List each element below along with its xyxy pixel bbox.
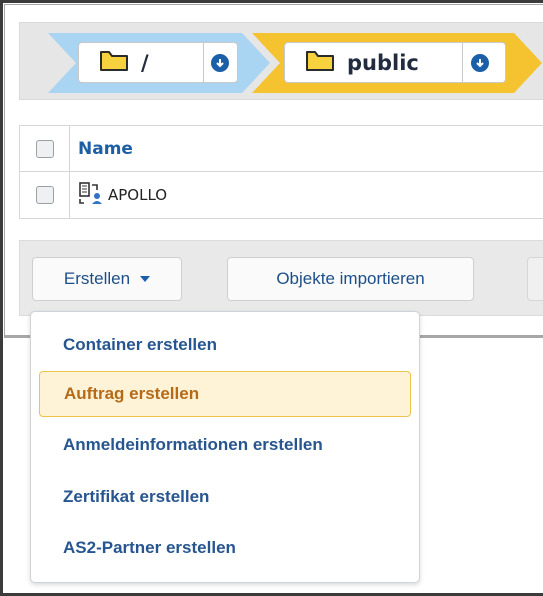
table-header-row: Name xyxy=(20,126,543,172)
row-check-cell xyxy=(20,172,70,218)
caret-down-icon xyxy=(140,276,151,282)
breadcrumb: / public xyxy=(19,22,543,100)
menu-item-label: Anmeldeinformationen erstellen xyxy=(63,435,323,454)
name-column-header[interactable]: Name xyxy=(78,139,133,159)
breadcrumb-public-dropdown[interactable] xyxy=(463,43,497,82)
menu-item-label: Container erstellen xyxy=(63,335,217,354)
folder-icon xyxy=(99,50,129,76)
object-table: Name APOLLO xyxy=(19,125,543,219)
chevron-down-icon xyxy=(211,53,230,72)
menu-item-label: Zertifikat erstellen xyxy=(63,487,210,506)
menu-item-create-credentials[interactable]: Anmeldeinformationen erstellen xyxy=(39,422,411,468)
menu-item-label: Auftrag erstellen xyxy=(64,384,200,403)
menu-item-create-as2-partner[interactable]: AS2-Partner erstellen xyxy=(39,525,411,571)
name-column-header-cell: Name xyxy=(70,126,133,171)
breadcrumb-item-public: public xyxy=(252,33,542,93)
row-name-cell: APOLLO xyxy=(70,172,167,218)
breadcrumb-item-label: public xyxy=(347,50,419,75)
frame-border-top xyxy=(0,0,543,3)
menu-item-create-container[interactable]: Container erstellen xyxy=(39,322,411,368)
chevron-down-icon xyxy=(471,53,489,72)
breadcrumb-item-public-link[interactable]: public xyxy=(285,43,463,82)
import-objects-button[interactable]: Objekte importieren xyxy=(227,257,474,301)
more-button[interactable] xyxy=(527,257,543,301)
breadcrumb-item-root-box: / xyxy=(78,42,238,83)
frame-border-left xyxy=(0,0,3,596)
job-icon xyxy=(78,181,104,209)
breadcrumb-item-public-box: public xyxy=(284,42,506,83)
menu-item-create-certificate[interactable]: Zertifikat erstellen xyxy=(39,474,411,520)
create-button[interactable]: Erstellen xyxy=(32,257,182,301)
row-name: APOLLO xyxy=(108,186,168,204)
breadcrumb-item-root: / xyxy=(48,33,270,93)
select-all-checkbox[interactable] xyxy=(35,139,54,158)
select-all-cell xyxy=(20,126,70,171)
breadcrumb-root-dropdown[interactable] xyxy=(204,43,237,82)
menu-item-create-job[interactable]: Auftrag erstellen xyxy=(39,371,411,417)
folder-icon xyxy=(305,50,335,76)
row-checkbox[interactable] xyxy=(35,186,54,204)
import-objects-label: Objekte importieren xyxy=(276,269,425,288)
breadcrumb-item-root-link[interactable]: / xyxy=(79,43,204,82)
breadcrumb-item-label: / xyxy=(141,50,149,75)
menu-item-label: AS2-Partner erstellen xyxy=(63,538,236,557)
create-button-label: Erstellen xyxy=(63,269,131,288)
create-menu: Container erstellen Auftrag erstellen An… xyxy=(30,311,420,583)
table-row[interactable]: APOLLO xyxy=(20,172,543,218)
action-toolbar: Erstellen Objekte importieren xyxy=(19,240,543,316)
